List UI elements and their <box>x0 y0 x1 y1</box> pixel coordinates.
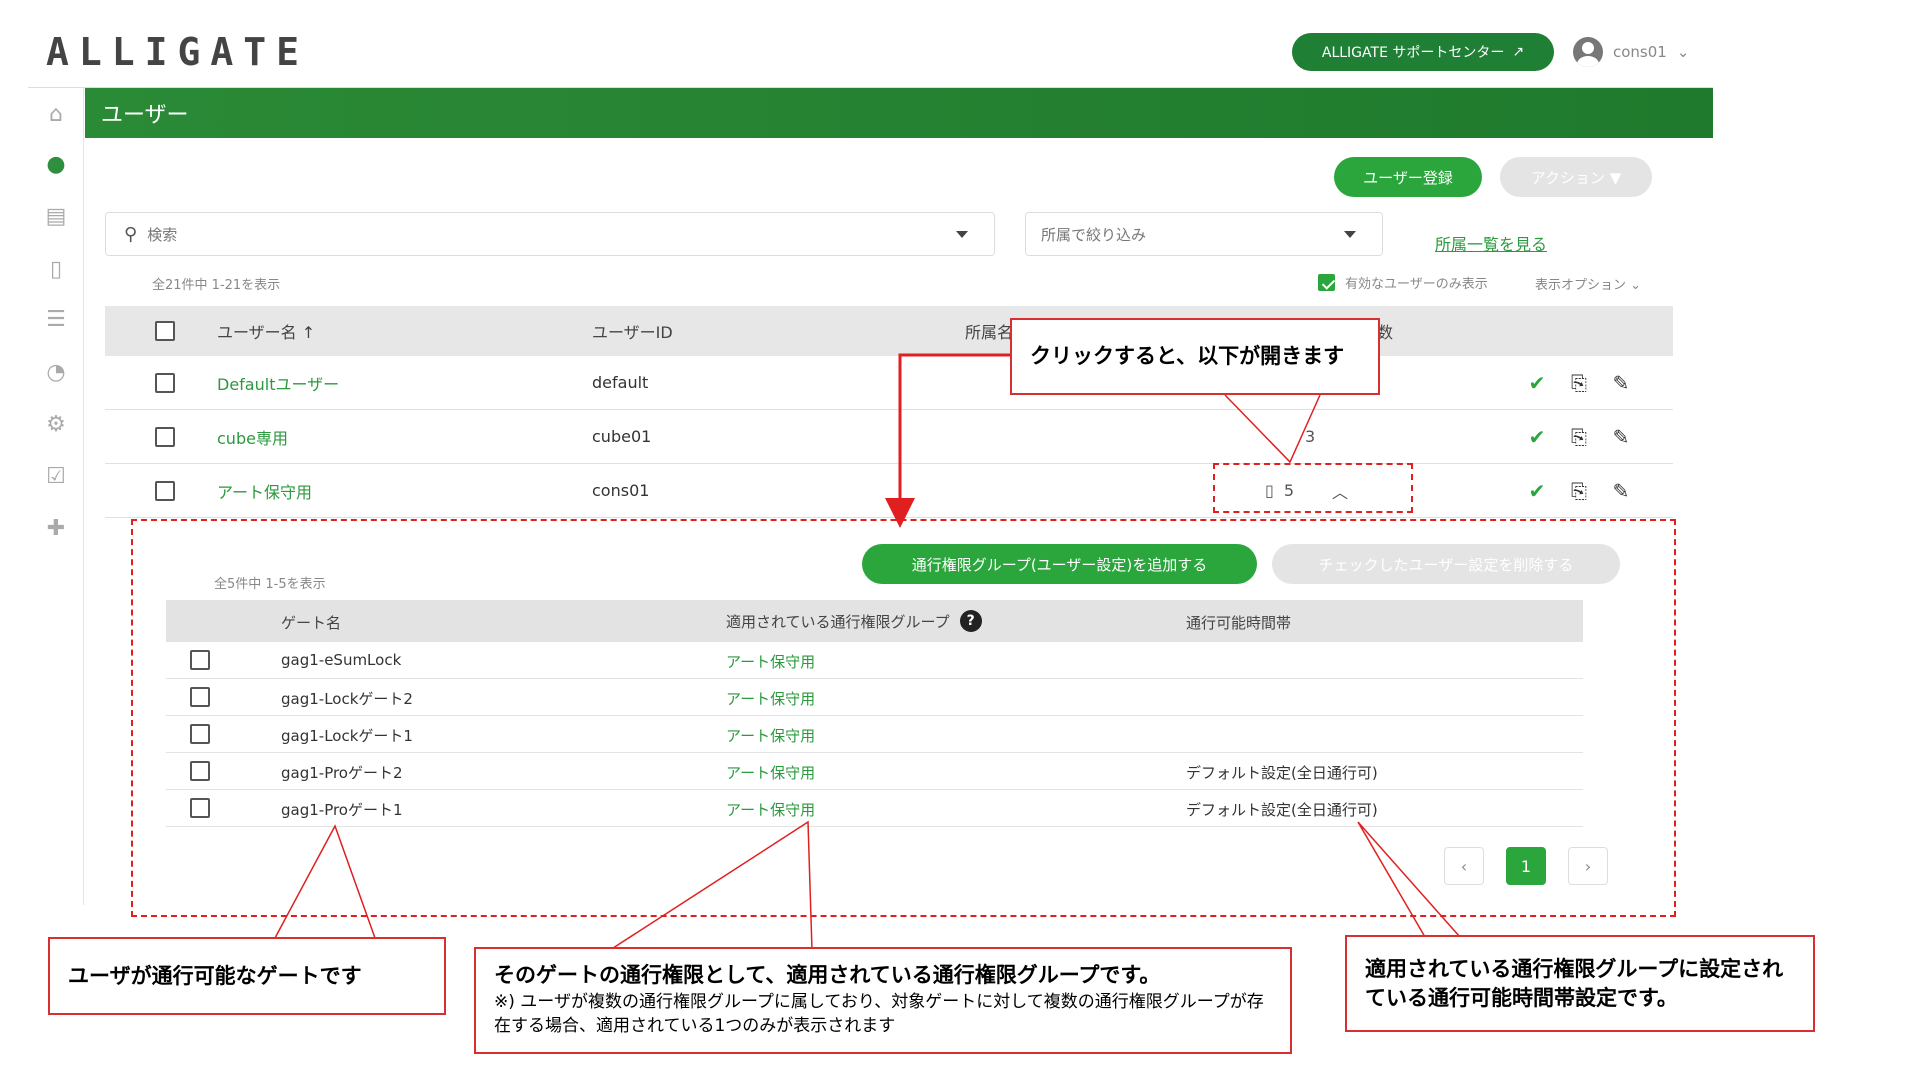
callout-group-note: ※) ユーザが複数の通行権限グループに属しており、対象ゲートに対して複数の通行権… <box>494 992 1264 1037</box>
pointer-group-callout <box>609 820 813 951</box>
callout-gate: ユーザが通行可能なゲートです <box>48 937 446 1015</box>
annotation-lines <box>274 353 1461 951</box>
arrow-to-panel <box>885 353 1013 528</box>
callout-group-text: そのゲートの通行権限として、適用されている通行権限グループです。 <box>494 963 1161 987</box>
pointer-top-callout <box>1224 394 1321 464</box>
callout-time-text: 適用されている通行権限グループに設定されている通行可能時間帯設定です。 <box>1365 957 1784 1010</box>
pointer-gate-callout <box>274 824 376 939</box>
callout-gate-text: ユーザが通行可能なゲートです <box>68 963 362 988</box>
callout-time: 適用されている通行権限グループに設定されている通行可能時間帯設定です。 <box>1345 935 1815 1032</box>
callout-click-open-text: クリックすると、以下が開きます <box>1030 344 1345 369</box>
callout-click-open: クリックすると、以下が開きます <box>1010 318 1380 395</box>
callout-group: そのゲートの通行権限として、適用されている通行権限グループです。 ※) ユーザが… <box>474 947 1292 1054</box>
pointer-time-callout <box>1357 821 1461 938</box>
